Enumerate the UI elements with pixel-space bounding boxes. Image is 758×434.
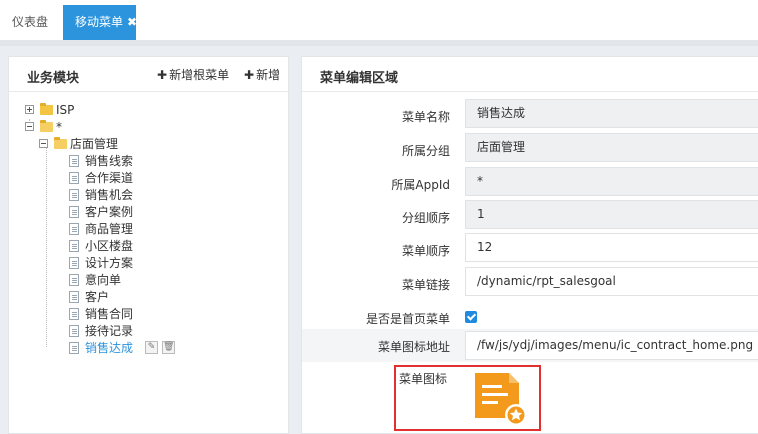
- tree-leaf-label: 接待记录: [85, 324, 134, 338]
- menu-name-row: 菜单名称 销售达成: [302, 99, 758, 133]
- menu-link-row: 菜单链接 /dynamic/rpt_salesgoal: [302, 267, 758, 301]
- page-icon: [69, 155, 79, 167]
- tree-leaf-label: 意向单: [85, 273, 122, 287]
- panel-header: 业务模块 ✚ 新增根菜单 ✚ 新增: [9, 57, 288, 92]
- group-order-label: 分组顺序: [401, 211, 450, 225]
- panel-title: 业务模块: [27, 71, 80, 86]
- business-module-panel: 业务模块 ✚ 新增根菜单 ✚ 新增 ISP * 店面管理 销售线索 合作渠道 销售机…: [8, 56, 289, 434]
- page-icon: [69, 342, 79, 354]
- group-label: 所属分组: [401, 144, 450, 158]
- icon-url-row: 菜单图标地址 /fw/js/ydj/images/menu/ic_contrac…: [302, 329, 758, 362]
- tab-bar: 仪表盘 移动菜单 ✖: [0, 0, 758, 40]
- tab-mobile-menu[interactable]: 移动菜单 ✖: [63, 5, 137, 40]
- group-order-input[interactable]: 1: [465, 200, 758, 229]
- page-icon: [69, 189, 79, 201]
- page-icon: [69, 223, 79, 235]
- menu-name-input[interactable]: 销售达成: [465, 99, 758, 128]
- menu-order-label: 菜单顺序: [401, 244, 450, 258]
- menu-link-input[interactable]: /dynamic/rpt_salesgoal: [465, 267, 758, 296]
- tree-node-label: ISP: [56, 103, 75, 117]
- folder-open-icon: [40, 120, 53, 132]
- panel-header: 菜单编辑区域: [302, 57, 758, 92]
- tree-leaf-label: 销售达成: [85, 341, 134, 355]
- tree-leaf-label: 销售线索: [85, 154, 134, 168]
- page-icon: [69, 172, 79, 184]
- page-icon: [69, 206, 79, 218]
- page-icon: [69, 291, 79, 303]
- menu-name-label: 菜单名称: [401, 110, 450, 124]
- tree-guide: [46, 147, 47, 347]
- menu-edit-panel: 菜单编辑区域 菜单名称 销售达成 所属分组 店面管理 所属AppId * 分组顺…: [301, 56, 758, 434]
- is-home-label: 是否是首页菜单: [365, 312, 450, 326]
- contract-icon: [475, 373, 527, 426]
- tree-leaf-label: 合作渠道: [85, 171, 134, 185]
- menu-order-input[interactable]: 12: [465, 233, 758, 262]
- group-order-row: 分组顺序 1: [302, 200, 758, 234]
- tree-leaf-label: 销售合同: [85, 307, 134, 321]
- edit-icon[interactable]: ✎: [145, 341, 158, 354]
- menu-order-row: 菜单顺序 12: [302, 233, 758, 267]
- tree-leaf-label: 商品管理: [85, 222, 134, 236]
- tree-leaf-label: 客户: [85, 290, 110, 304]
- add-root-menu-label: 新增根菜单: [169, 68, 230, 82]
- tree-leaf-label: 小区楼盘: [85, 239, 134, 253]
- folder-icon: [40, 103, 53, 115]
- menu-icon-label: 菜单图标: [399, 372, 448, 386]
- tab-mobile-menu-label: 移动菜单: [75, 15, 124, 29]
- folder-open-icon: [54, 137, 67, 149]
- tree-node-label: *: [56, 120, 62, 134]
- is-home-checkbox[interactable]: [465, 311, 477, 323]
- page-icon: [69, 308, 79, 320]
- icon-url-input[interactable]: /fw/js/ydj/images/menu/ic_contract_home.…: [465, 331, 758, 360]
- delete-icon[interactable]: 🗑: [162, 341, 175, 354]
- add-menu-label: 新增: [256, 68, 281, 82]
- tab-divider: [0, 40, 758, 46]
- app-id-input[interactable]: *: [465, 167, 758, 196]
- tree-leaf-label: 设计方案: [85, 256, 134, 270]
- page-icon: [69, 325, 79, 337]
- tree-node-label: 店面管理: [70, 137, 119, 151]
- add-root-menu-button[interactable]: ✚ 新增根菜单: [157, 66, 229, 83]
- menu-link-label: 菜单链接: [401, 278, 450, 292]
- app-id-label: 所属AppId: [391, 178, 450, 192]
- page-icon: [69, 274, 79, 286]
- group-input[interactable]: 店面管理: [465, 133, 758, 162]
- page-icon: [69, 240, 79, 252]
- page-icon: [69, 257, 79, 269]
- collapse-icon[interactable]: [39, 139, 48, 148]
- add-menu-button[interactable]: ✚ 新增: [244, 66, 280, 83]
- tree-leaf-label: 销售机会: [85, 188, 134, 202]
- expand-icon[interactable]: [25, 105, 34, 114]
- tree-leaf-label: 客户案例: [85, 205, 134, 219]
- icon-url-label: 菜单图标地址: [377, 340, 450, 354]
- plus-icon: ✚: [244, 68, 255, 82]
- tab-dashboard[interactable]: 仪表盘: [12, 5, 48, 40]
- plus-icon: ✚: [157, 68, 168, 82]
- group-row: 所属分组 店面管理: [302, 133, 758, 167]
- panel-title: 菜单编辑区域: [320, 71, 399, 86]
- collapse-icon[interactable]: [25, 122, 34, 131]
- app-id-row: 所属AppId *: [302, 167, 758, 201]
- close-icon[interactable]: ✖: [127, 5, 137, 40]
